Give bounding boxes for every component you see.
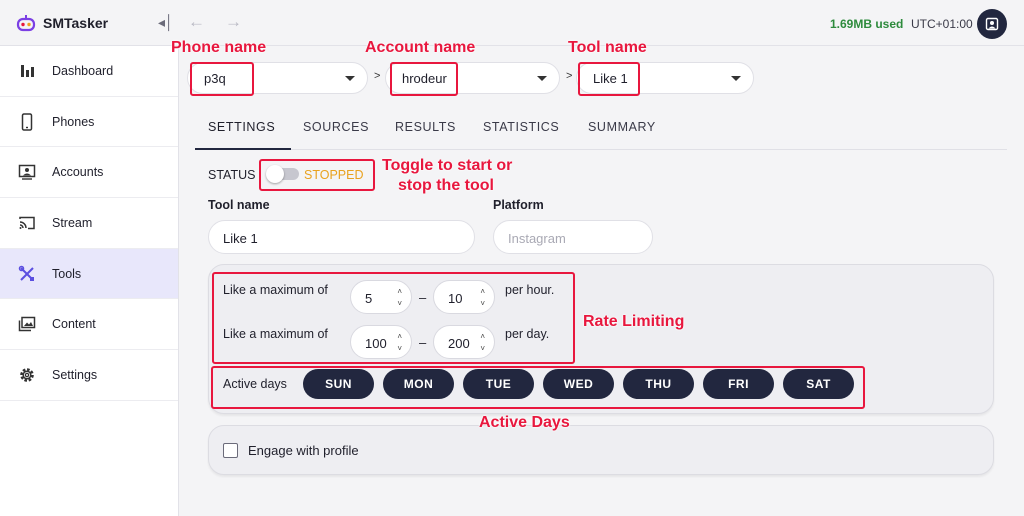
tab-results[interactable]: RESULTS — [395, 120, 456, 134]
annotation-tool-name: Tool name — [568, 39, 647, 56]
chevron-down-icon — [345, 76, 355, 81]
images-icon — [18, 315, 36, 333]
sidebar-item-stream[interactable]: Stream — [0, 198, 178, 249]
annotation-active-days: Active Days — [479, 414, 570, 431]
annotation-account-name: Account name — [365, 39, 476, 56]
app-title: SMTasker — [43, 15, 109, 31]
forward-arrow-icon[interactable]: → — [225, 12, 242, 32]
cast-icon — [18, 214, 36, 232]
chevron-down-icon — [537, 76, 547, 81]
sidebar: Dashboard Phones Accounts Stream Tools C… — [0, 46, 179, 516]
sidebar-item-phones[interactable]: Phones — [0, 97, 178, 148]
annotation-phone-name: Phone name — [171, 39, 267, 56]
active-tab-indicator — [195, 148, 291, 150]
back-arrow-icon[interactable]: ← — [188, 12, 205, 32]
tab-statistics[interactable]: STATISTICS — [483, 120, 559, 134]
sidebar-item-dashboard[interactable]: Dashboard — [0, 46, 178, 97]
annotation-box-tool — [578, 62, 640, 96]
tab-settings[interactable]: SETTINGS — [208, 120, 275, 134]
sidebar-item-label: Settings — [52, 367, 98, 382]
app-logo[interactable]: SMTasker — [16, 14, 108, 32]
status-label: STATUS — [208, 168, 256, 182]
account-card-icon — [18, 163, 36, 181]
tool-name-label: Tool name — [208, 198, 270, 212]
platform-label: Platform — [493, 198, 544, 212]
tool-name-input[interactable]: Like 1 — [208, 220, 475, 254]
annotation-box-rate — [212, 272, 575, 364]
annotation-toggle-line2: stop the tool — [398, 177, 494, 194]
engage-label: Engage with profile — [248, 443, 359, 458]
platform-placeholder: Instagram — [508, 231, 566, 246]
sidebar-item-label: Tools — [52, 266, 82, 281]
annotation-box-toggle — [259, 159, 375, 191]
chevron-down-icon — [731, 76, 741, 81]
user-icon — [985, 17, 999, 31]
tool-name-value: Like 1 — [223, 231, 258, 246]
gear-icon — [18, 366, 36, 384]
annotation-toggle-line1: Toggle to start or — [382, 157, 513, 174]
annotation-box-days — [211, 366, 865, 409]
sidebar-item-label: Stream — [52, 215, 93, 230]
collapse-sidebar-icon[interactable]: ◂│ — [158, 14, 174, 31]
sidebar-item-label: Accounts — [52, 165, 104, 180]
timezone-label: UTC+01:00 — [911, 17, 973, 31]
top-bar: SMTasker ◂│ ← → 1.69MB used UTC+01:00 — [0, 0, 1024, 46]
storage-used: 1.69MB used — [830, 17, 904, 31]
user-avatar[interactable] — [977, 9, 1007, 39]
breadcrumb-separator: > — [566, 70, 573, 82]
annotation-box-account — [390, 62, 458, 96]
sidebar-item-settings[interactable]: Settings — [0, 350, 178, 401]
breadcrumb-separator: > — [374, 70, 381, 82]
sidebar-item-accounts[interactable]: Accounts — [0, 147, 178, 199]
annotation-rate-limiting: Rate Limiting — [583, 313, 685, 330]
phone-icon — [18, 112, 36, 131]
tab-summary[interactable]: SUMMARY — [588, 120, 656, 134]
tab-sources[interactable]: SOURCES — [303, 120, 369, 134]
tools-icon — [18, 265, 36, 283]
platform-input[interactable]: Instagram — [493, 220, 653, 254]
sidebar-item-content[interactable]: Content — [0, 299, 178, 351]
tab-bar: SETTINGS SOURCES RESULTS STATISTICS SUMM… — [195, 108, 1007, 150]
robot-logo-icon — [16, 14, 36, 32]
sidebar-item-label: Dashboard — [52, 63, 114, 78]
engage-checkbox[interactable] — [223, 443, 238, 458]
bar-chart-icon — [18, 62, 36, 80]
sidebar-item-tools[interactable]: Tools — [0, 248, 178, 300]
sidebar-item-label: Phones — [52, 114, 95, 129]
sidebar-item-label: Content — [52, 317, 96, 332]
annotation-box-phone — [190, 62, 254, 96]
